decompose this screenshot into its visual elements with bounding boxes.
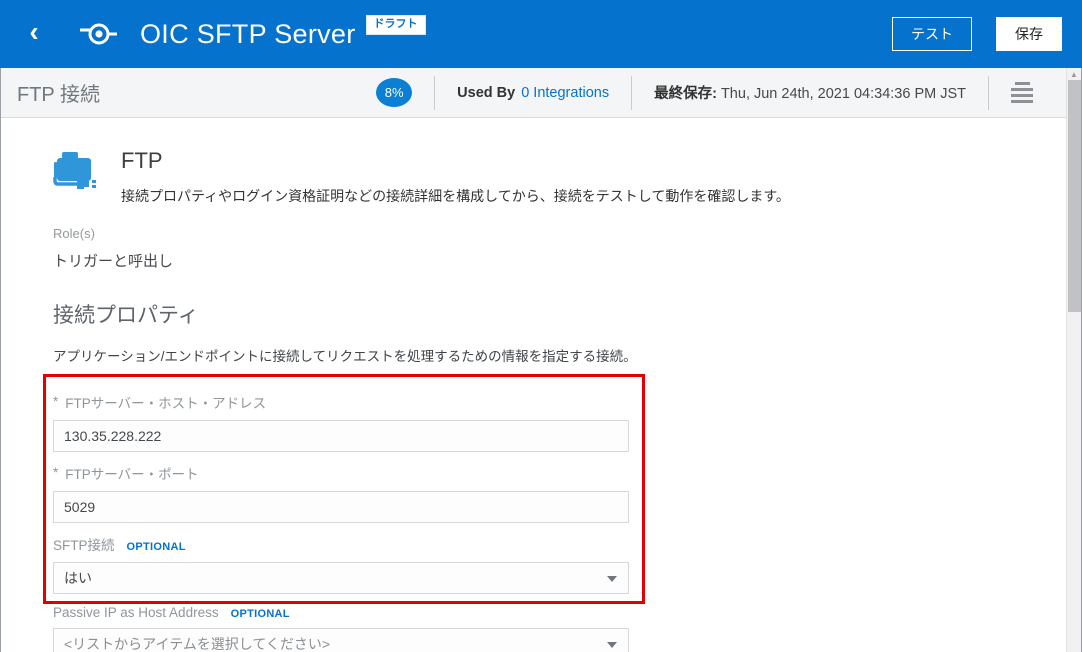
- field-label: * FTPサーバー・ホスト・アドレス: [53, 392, 629, 412]
- section-description: アプリケーション/エンドポイントに接続してリクエストを処理するための情報を指定す…: [53, 345, 1081, 365]
- connection-properties-form: * FTPサーバー・ホスト・アドレス * FTPサーバー・ポート SFTP接続 …: [53, 381, 629, 652]
- field-label: Passive IP as Host Address OPTIONAL: [53, 605, 629, 620]
- field-label: SFTP接続 OPTIONAL: [53, 534, 629, 554]
- adapter-description: 接続プロパティやログイン資格証明などの接続詳細を構成してから、接続をテストして動…: [121, 186, 790, 206]
- last-saved-label: 最終保存:: [654, 86, 717, 102]
- used-by-status: Used By 0 Integrations: [457, 85, 609, 101]
- last-saved-status: 最終保存: Thu, Jun 24th, 2021 04:34:36 PM JS…: [654, 82, 966, 103]
- connection-detail-panel: FTP 接続プロパティやログイン資格証明などの接続詳細を構成してから、接続をテス…: [1, 118, 1081, 652]
- back-button[interactable]: ‹: [20, 18, 48, 46]
- field-ftp-port: * FTPサーバー・ポート: [53, 452, 629, 523]
- field-label: * FTPサーバー・ポート: [53, 463, 629, 483]
- field-sftp-connection: SFTP接続 OPTIONAL はい: [53, 523, 629, 594]
- ftp-adapter-icon: [53, 150, 99, 197]
- required-marker: *: [53, 465, 58, 480]
- save-button[interactable]: 保存: [996, 17, 1062, 52]
- connection-type-label: FTP 接続: [17, 78, 100, 107]
- divider: [631, 76, 632, 110]
- header-actions: テスト 保存: [892, 17, 1062, 52]
- section-title-connection-properties: 接続プロパティ: [53, 299, 1081, 329]
- required-marker: *: [53, 394, 58, 409]
- divider: [434, 76, 435, 110]
- page-title: OIC SFTP Server: [140, 19, 356, 50]
- adapter-name: FTP: [121, 148, 790, 174]
- passive-ip-select[interactable]: <リストからアイテムを選択してください>: [53, 628, 629, 652]
- app-header: ‹ OIC SFTP Server ドラフト テスト 保存: [0, 0, 1082, 68]
- optional-badge: OPTIONAL: [127, 541, 186, 553]
- optional-badge: OPTIONAL: [231, 608, 290, 620]
- sftp-connection-select[interactable]: はい: [53, 562, 629, 594]
- test-button[interactable]: テスト: [892, 17, 972, 52]
- field-ftp-host-address: * FTPサーバー・ホスト・アドレス: [53, 381, 629, 452]
- used-by-link[interactable]: 0 Integrations: [521, 85, 609, 101]
- page-body: FTP 接続 8% Used By 0 Integrations 最終保存: Th…: [0, 68, 1082, 652]
- connection-toolbar: FTP 接続 8% Used By 0 Integrations 最終保存: Th…: [1, 68, 1081, 118]
- progress-badge: 8%: [376, 78, 412, 107]
- field-passive-ip: Passive IP as Host Address OPTIONAL <リスト…: [53, 594, 629, 652]
- status-badge: ドラフト: [366, 15, 426, 35]
- chevron-down-icon: [607, 642, 617, 648]
- ftp-port-input[interactable]: [53, 491, 629, 523]
- ftp-host-address-input[interactable]: [53, 420, 629, 452]
- vertical-scrollbar[interactable]: ▲: [1066, 68, 1081, 652]
- chevron-down-icon: [607, 576, 617, 582]
- used-by-label: Used By: [457, 85, 515, 101]
- connection-logo-icon: [78, 21, 118, 47]
- last-saved-value: Thu, Jun 24th, 2021 04:34:36 PM JST: [721, 86, 966, 102]
- menu-icon[interactable]: [1011, 81, 1033, 105]
- roles-value: トリガーと呼出し: [53, 250, 1081, 271]
- roles-label: Role(s): [53, 226, 1081, 241]
- scrollbar-thumb[interactable]: [1068, 80, 1081, 312]
- divider: [988, 76, 989, 110]
